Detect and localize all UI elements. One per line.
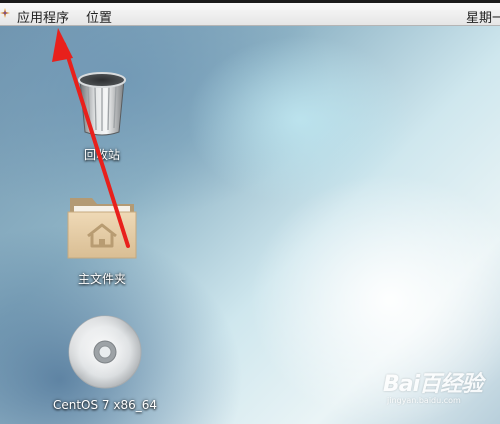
places-menu[interactable]: 位置 [86, 7, 112, 26]
clock[interactable]: 星期一 [466, 7, 500, 26]
watermark-url: jingyan.baidu.com [387, 396, 461, 405]
home-folder-icon [67, 198, 137, 259]
desktop: 应用程序 位置 星期一 回收站 主文件夹 CentOS 7 x86_64 Bai… [0, 0, 500, 424]
desktop-icon-dvd[interactable]: CentOS 7 x86_64 [40, 314, 170, 412]
watermark: Bai百经验 jingyan.baidu.com [383, 366, 493, 416]
dvd-disc-icon [68, 315, 142, 389]
trash-label: 回收站 [83, 148, 120, 162]
desktop-icon-trash[interactable]: 回收站 [62, 70, 142, 163]
trash-icon [78, 72, 126, 136]
watermark-main: Bai百经验 [383, 372, 483, 397]
applications-logo-icon [0, 8, 10, 18]
top-panel: 应用程序 位置 星期一 [0, 0, 500, 26]
desktop-icon-home-folder[interactable]: 主文件夹 [52, 192, 152, 287]
applications-menu[interactable]: 应用程序 [17, 7, 69, 26]
home-folder-label: 主文件夹 [77, 272, 126, 286]
dvd-label: CentOS 7 x86_64 [52, 398, 158, 412]
